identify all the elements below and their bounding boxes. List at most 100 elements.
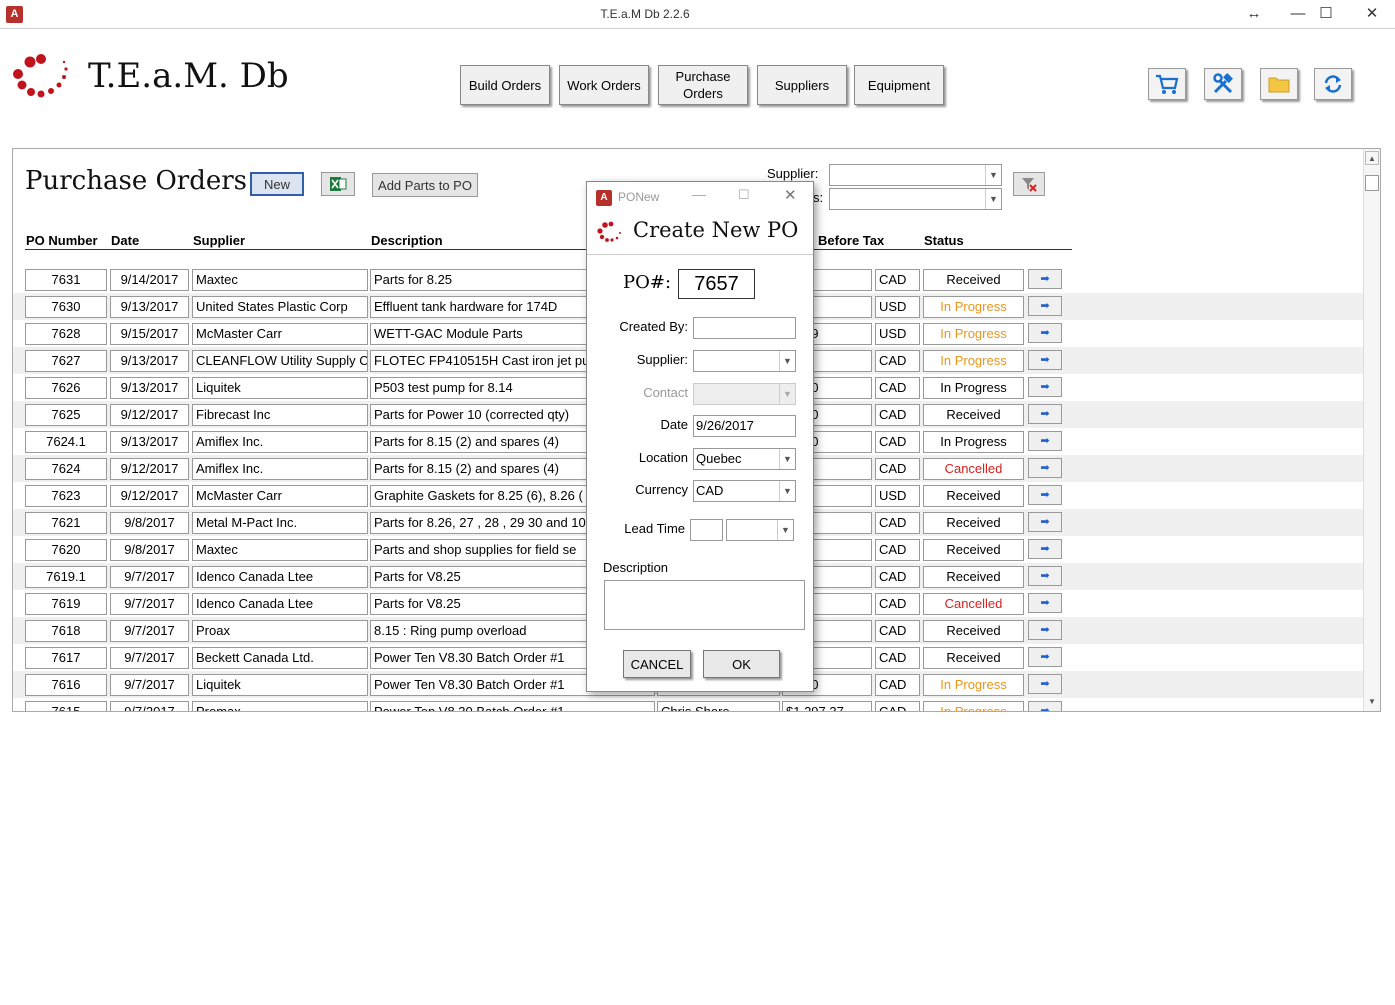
date-cell[interactable]: 9/7/2017 [110,620,189,642]
date-cell[interactable]: 9/8/2017 [110,512,189,534]
open-po-arrow-icon[interactable]: ➡ [1028,431,1062,451]
status-cell[interactable]: Received [923,620,1024,642]
supplier-cell[interactable]: Beckett Canada Ltd. [192,647,368,669]
po-number-cell[interactable]: 7615 [25,701,107,711]
status-cell[interactable]: Received [923,485,1024,507]
open-po-arrow-icon[interactable]: ➡ [1028,404,1062,424]
cart-button[interactable] [1148,68,1186,100]
open-po-arrow-icon[interactable]: ➡ [1028,701,1062,711]
currency-cell[interactable]: CAD [875,404,920,426]
close-button[interactable]: ✕ [1358,4,1386,24]
date-cell[interactable]: 9/7/2017 [110,701,189,711]
status-cell[interactable]: In Progress [923,323,1024,345]
supplier-cell[interactable]: Proax [192,620,368,642]
open-po-arrow-icon[interactable]: ➡ [1028,377,1062,397]
open-po-arrow-icon[interactable]: ➡ [1028,458,1062,478]
po-number-cell[interactable]: 7616 [25,674,107,696]
status-filter-combo[interactable]: ▼ [829,188,1002,210]
minimize-button[interactable]: — [1284,4,1312,24]
open-po-arrow-icon[interactable]: ➡ [1028,593,1062,613]
supplier-cell[interactable]: United States Plastic Corp [192,296,368,318]
currency-cell[interactable]: CAD [875,350,920,372]
location-combo[interactable]: Quebec ▼ [693,448,796,470]
status-cell[interactable]: In Progress [923,431,1024,453]
status-cell[interactable]: Received [923,647,1024,669]
supplier-filter-combo[interactable]: ▼ [829,164,1002,186]
date-cell[interactable]: 9/13/2017 [110,296,189,318]
scroll-up-icon[interactable]: ▲ [1365,151,1379,165]
dialog-maximize-button[interactable]: ☐ [738,187,750,203]
status-cell[interactable]: Received [923,539,1024,561]
po-number-cell[interactable]: 7626 [25,377,107,399]
currency-cell[interactable]: CAD [875,512,920,534]
date-cell[interactable]: 9/8/2017 [110,539,189,561]
resize-icon[interactable]: ↔ [1240,4,1268,24]
po-number-cell[interactable]: 7630 [25,296,107,318]
po-number-cell[interactable]: 7624.1 [25,431,107,453]
open-po-arrow-icon[interactable]: ➡ [1028,566,1062,586]
po-number-cell[interactable]: 7625 [25,404,107,426]
open-po-arrow-icon[interactable]: ➡ [1028,539,1062,559]
status-cell[interactable]: Cancelled [923,458,1024,480]
amount-cell[interactable]: $1,297.37 [782,701,872,711]
created-by-input[interactable] [693,317,796,339]
status-cell[interactable]: Received [923,269,1024,291]
date-cell[interactable]: 9/7/2017 [110,593,189,615]
supplier-cell[interactable]: Fibrecast Inc [192,404,368,426]
open-po-arrow-icon[interactable]: ➡ [1028,350,1062,370]
date-cell[interactable]: 9/7/2017 [110,647,189,669]
po-number-cell[interactable]: 7624 [25,458,107,480]
po-number-cell[interactable]: 7617 [25,647,107,669]
open-po-arrow-icon[interactable]: ➡ [1028,269,1062,289]
currency-cell[interactable]: CAD [875,269,920,291]
currency-cell[interactable]: CAD [875,566,920,588]
lead-time-unit-combo[interactable]: ▼ [726,519,794,541]
po-number-field[interactable]: 7657 [678,269,755,299]
currency-cell[interactable]: CAD [875,647,920,669]
tools-button[interactable] [1204,68,1242,100]
scrollbar-thumb[interactable] [1365,175,1379,191]
date-cell[interactable]: 9/12/2017 [110,485,189,507]
dialog-minimize-button[interactable]: — [692,186,706,202]
nav-suppliers-button[interactable]: Suppliers [757,65,847,105]
po-number-cell[interactable]: 7619.1 [25,566,107,588]
status-cell[interactable]: Received [923,566,1024,588]
currency-cell[interactable]: CAD [875,620,920,642]
date-cell[interactable]: 9/7/2017 [110,674,189,696]
supplier-cell[interactable]: CLEANFLOW Utility Supply C [192,350,368,372]
supplier-cell[interactable]: Metal M-Pact Inc. [192,512,368,534]
supplier-cell[interactable]: Maxtec [192,269,368,291]
currency-cell[interactable]: CAD [875,431,920,453]
currency-cell[interactable]: CAD [875,539,920,561]
supplier-cell[interactable]: Promax [192,701,368,711]
ok-button[interactable]: OK [703,650,780,678]
po-number-cell[interactable]: 7618 [25,620,107,642]
date-cell[interactable]: 9/14/2017 [110,269,189,291]
open-po-arrow-icon[interactable]: ➡ [1028,512,1062,532]
status-cell[interactable]: Cancelled [923,593,1024,615]
supplier-cell[interactable]: Amiflex Inc. [192,458,368,480]
status-cell[interactable]: In Progress [923,377,1024,399]
new-po-button[interactable]: New [250,172,304,196]
folder-button[interactable] [1260,68,1298,100]
open-po-arrow-icon[interactable]: ➡ [1028,674,1062,694]
supplier-cell[interactable]: Idenco Canada Ltee [192,593,368,615]
supplier-cell[interactable]: Maxtec [192,539,368,561]
status-cell[interactable]: Received [923,512,1024,534]
currency-cell[interactable]: CAD [875,674,920,696]
refresh-button[interactable] [1314,68,1352,100]
status-cell[interactable]: In Progress [923,674,1024,696]
date-cell[interactable]: 9/13/2017 [110,350,189,372]
description-cell[interactable]: Power Ten V8.30 Batch Order #1 [370,701,655,711]
open-po-arrow-icon[interactable]: ➡ [1028,647,1062,667]
po-number-cell[interactable]: 7631 [25,269,107,291]
open-po-arrow-icon[interactable]: ➡ [1028,485,1062,505]
date-cell[interactable]: 9/13/2017 [110,377,189,399]
date-cell[interactable]: 9/15/2017 [110,323,189,345]
currency-cell[interactable]: CAD [875,377,920,399]
po-number-cell[interactable]: 7627 [25,350,107,372]
export-excel-button[interactable] [321,172,355,196]
nav-purchase-orders-button[interactable]: Purchase Orders [658,65,748,105]
po-number-cell[interactable]: 7621 [25,512,107,534]
nav-build-orders-button[interactable]: Build Orders [460,65,550,105]
